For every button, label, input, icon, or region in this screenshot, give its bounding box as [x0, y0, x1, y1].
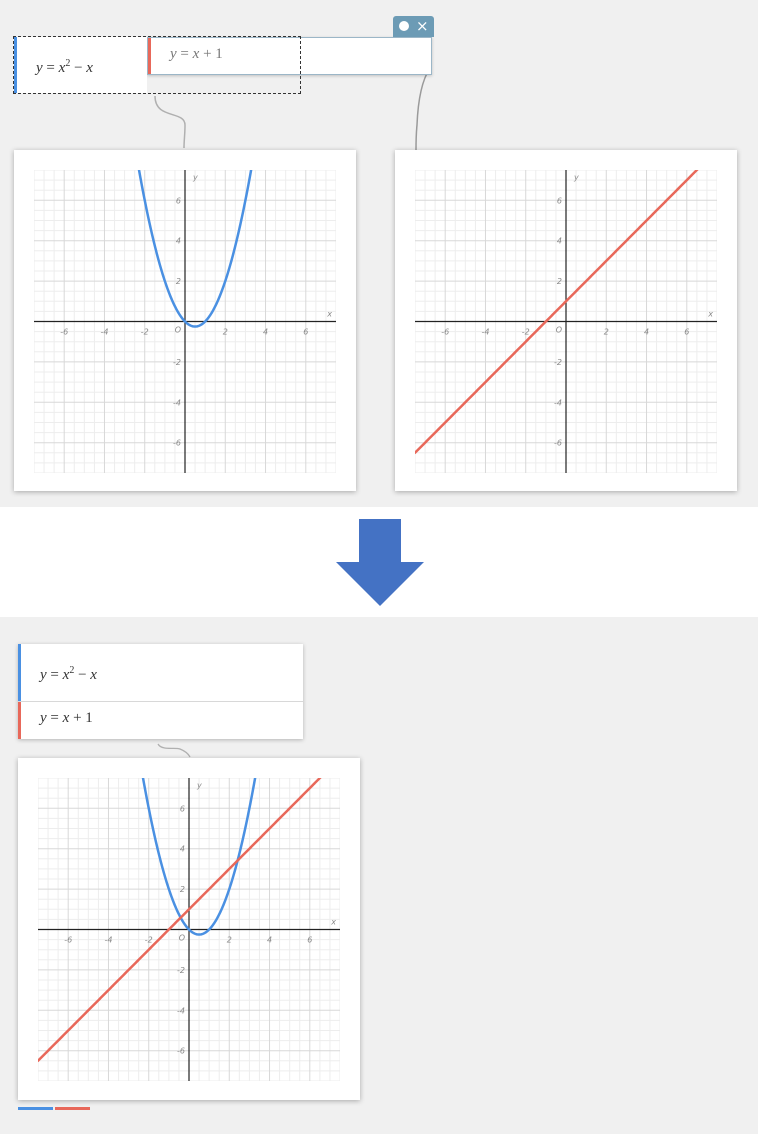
- expression-row[interactable]: y = x2 − x: [18, 644, 303, 702]
- expression-row[interactable]: y = x + 1: [18, 702, 303, 739]
- origin-label: O: [179, 934, 185, 943]
- y-tick-label: -2: [177, 966, 185, 975]
- graph-card-merged: -6 -6 -4 -4 -2 -2 2 2 4 4 6 6 Ox y: [18, 758, 360, 1100]
- x-tick-label: -4: [104, 936, 112, 945]
- down-arrow-icon: [336, 519, 424, 606]
- x-tick-label: 4: [644, 328, 649, 337]
- x-axis-label: x: [326, 310, 332, 319]
- graph-plot[interactable]: -6 -6 -4 -4 -2 -2 2 2 4 4 6 6 Ox y: [415, 170, 717, 473]
- y-tick-label: -6: [177, 1047, 185, 1056]
- x-tick-label: -2: [522, 328, 530, 337]
- y-tick-label: -4: [177, 1006, 185, 1015]
- y-tick-label: 4: [180, 845, 185, 854]
- graph-card-line: -6 -6 -4 -4 -2 -2 2 2 4 4 6 6 Ox y: [395, 150, 737, 491]
- color-swatch-red[interactable]: [55, 1107, 90, 1110]
- y-tick-label: -6: [554, 439, 562, 448]
- y-axis-label: y: [192, 173, 198, 182]
- merged-expression-card[interactable]: y = x2 − x y = x + 1: [18, 644, 303, 739]
- y-tick-label: 2: [180, 885, 185, 894]
- x-tick-label: 6: [684, 328, 689, 337]
- y-tick-label: -4: [554, 398, 562, 407]
- expression-color-stripe: [14, 37, 17, 93]
- y-tick-label: 6: [176, 196, 181, 205]
- origin-label: O: [556, 326, 562, 335]
- x-tick-label: -2: [141, 328, 149, 337]
- color-swatch-blue[interactable]: [18, 1107, 53, 1110]
- x-tick-label: -4: [100, 328, 108, 337]
- y-tick-label: -2: [173, 358, 181, 367]
- x-tick-label: -6: [60, 328, 68, 337]
- x-tick-label: -2: [145, 936, 153, 945]
- y-tick-label: 6: [180, 804, 185, 813]
- graph-plot[interactable]: -6 -6 -4 -4 -2 -2 2 2 4 4 6 6 Ox y: [34, 170, 336, 473]
- expression-color-stripe: [18, 702, 21, 739]
- x-tick-label: 6: [303, 328, 308, 337]
- close-icon[interactable]: ×: [416, 16, 429, 37]
- y-tick-label: 6: [557, 196, 562, 205]
- y-tick-label: -2: [554, 358, 562, 367]
- graph-card-parabola: -6 -6 -4 -4 -2 -2 2 2 4 4 6 6 Ox y: [14, 150, 356, 491]
- x-tick-label: 4: [263, 328, 268, 337]
- y-tick-label: -6: [173, 439, 181, 448]
- x-tick-label: 2: [227, 936, 232, 945]
- x-tick-label: 6: [307, 936, 312, 945]
- x-tick-label: 2: [223, 328, 228, 337]
- origin-label: O: [175, 326, 181, 335]
- graph-plot[interactable]: -6 -6 -4 -4 -2 -2 2 2 4 4 6 6 Ox y: [38, 778, 340, 1081]
- expression-card-selected[interactable]: y = x2 − x: [13, 36, 301, 94]
- expression-y-equals-x-squared-minus-x: y = x2 − x: [36, 58, 93, 76]
- y-tick-label: 2: [176, 277, 181, 286]
- x-axis-label: x: [707, 310, 713, 319]
- x-tick-label: 4: [267, 936, 272, 945]
- x-tick-label: -4: [481, 328, 489, 337]
- expression-y-equals-x-squared-minus-x: y = x2 − x: [40, 665, 97, 683]
- connector-line: [157, 743, 191, 758]
- x-tick-label: 2: [604, 328, 609, 337]
- expression-toolbar: ×: [393, 16, 434, 37]
- x-tick-label: -6: [441, 328, 449, 337]
- y-tick-label: 4: [176, 237, 181, 246]
- circle-icon[interactable]: [399, 21, 409, 31]
- y-tick-label: 4: [557, 237, 562, 246]
- y-axis-label: y: [196, 781, 202, 790]
- y-tick-label: 2: [557, 277, 562, 286]
- expression-y-equals-x-plus-1: y = x + 1: [40, 710, 93, 726]
- x-tick-label: -6: [64, 936, 72, 945]
- y-tick-label: -4: [173, 398, 181, 407]
- expression-color-stripe: [18, 644, 21, 701]
- y-axis-label: y: [573, 173, 579, 182]
- x-axis-label: x: [330, 918, 336, 927]
